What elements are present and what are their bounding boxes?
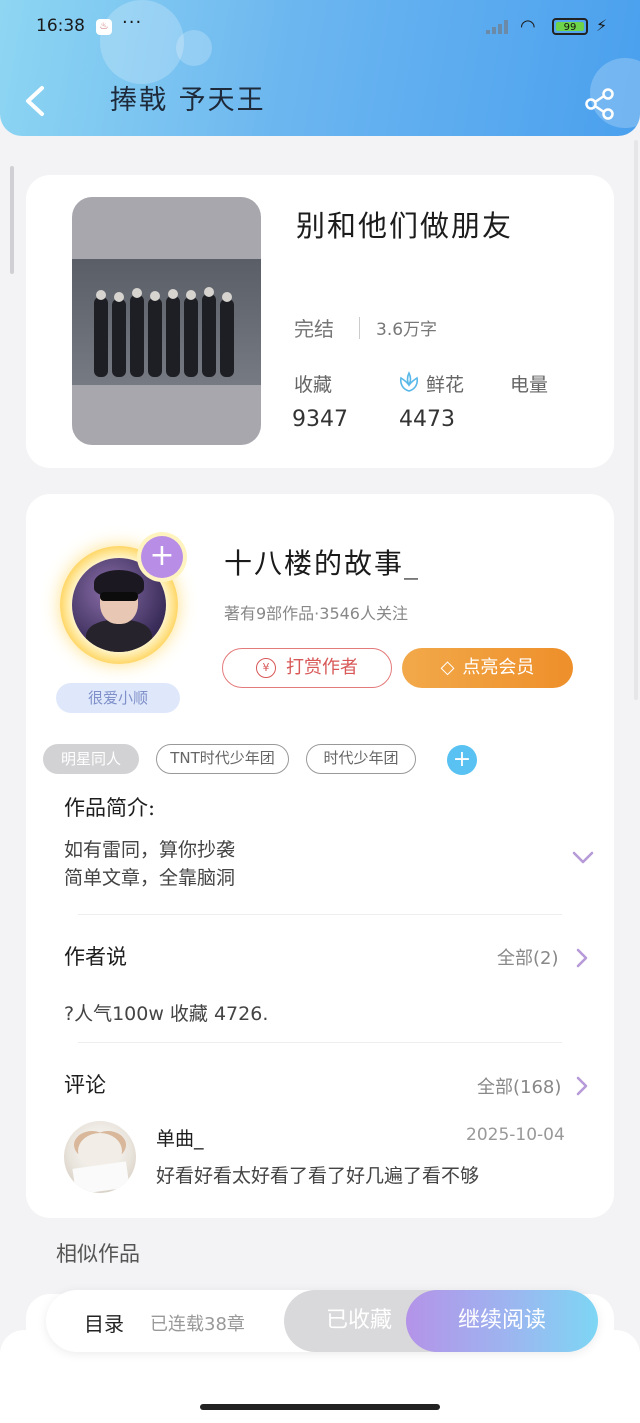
- intro-text: 如有雷同，算你抄袭 简单文章，全靠脑洞: [64, 836, 235, 892]
- top-header: 16:38 ♨ ··· ◠ 99 ⚡ 捧戟 予天王: [0, 0, 640, 136]
- completion-status: 完结: [294, 317, 334, 341]
- toc-button[interactable]: 目录: [84, 1308, 124, 1337]
- chevron-right-icon[interactable]: [576, 1076, 588, 1096]
- continue-reading-button[interactable]: 继续阅读: [406, 1290, 598, 1352]
- tag-chip[interactable]: 明星同人: [43, 744, 139, 774]
- chevron-right-icon[interactable]: [576, 948, 588, 968]
- book-info-card: 别和他们做朋友 完结 3.6万字 收藏 9347 鲜花 4473 电量: [26, 175, 614, 468]
- status-time: 16:38: [36, 16, 85, 36]
- share-icon[interactable]: [584, 88, 616, 120]
- book-title: 别和他们做朋友: [296, 209, 514, 243]
- tag-chip[interactable]: TNT时代少年团: [156, 744, 289, 774]
- battery-level: 99: [556, 22, 584, 33]
- diamond-icon: ◇: [440, 657, 455, 678]
- favorited-label: 已收藏: [325, 1308, 392, 1333]
- wifi-icon: ◠: [520, 16, 536, 37]
- comment-text[interactable]: 好看好看太好看了看了好几遍了看不够: [156, 1161, 479, 1188]
- add-tag-button[interactable]: +: [447, 745, 477, 775]
- cover-photo: [72, 259, 261, 385]
- yen-icon: ¥: [256, 658, 276, 678]
- bottom-action-bar: 目录 已连载38章 已收藏 继续阅读: [46, 1290, 598, 1352]
- back-arrow-icon[interactable]: [22, 84, 50, 118]
- stat-value-flowers: 4473: [399, 407, 455, 432]
- fan-badge: 很爱小顺: [56, 683, 180, 713]
- tag-chip[interactable]: 时代少年团: [306, 744, 416, 774]
- chapter-count[interactable]: 已连载38章: [150, 1310, 245, 1336]
- word-count: 3.6万字: [376, 320, 438, 340]
- stat-label-favorites: 收藏: [294, 374, 333, 396]
- comments-more-link[interactable]: 全部(168): [477, 1073, 561, 1099]
- signal-icon: [486, 20, 508, 34]
- cover-group-figures: [94, 287, 234, 377]
- commenter-avatar[interactable]: [64, 1121, 136, 1193]
- follow-plus-icon[interactable]: +: [141, 536, 183, 578]
- book-cover[interactable]: [72, 197, 261, 445]
- battery-icon: 99: [552, 18, 588, 35]
- stat-label-power[interactable]: 电量: [510, 370, 548, 397]
- author-says-text: ?人气100w 收藏 4726.: [64, 1003, 269, 1025]
- similar-works-title: 相似作品: [56, 1242, 140, 1266]
- author-says-more-link[interactable]: 全部(2): [497, 944, 559, 970]
- details-card: + 很爱小顺 十八楼的故事_ 著有9部作品·3546人关注 ¥ 打赏作者 ◇ 点亮会…: [26, 494, 614, 1218]
- stat-value-favorites: 9347: [292, 407, 348, 432]
- author-name[interactable]: 十八楼的故事_: [224, 542, 420, 582]
- app-notification-icon: ♨: [96, 19, 112, 35]
- page-title: 捧戟 予天王: [110, 85, 266, 116]
- more-notifications-icon: ···: [122, 12, 143, 33]
- tip-author-button[interactable]: ¥ 打赏作者: [222, 648, 392, 688]
- section-divider: [78, 1042, 562, 1043]
- flower-icon: [399, 371, 419, 392]
- home-indicator[interactable]: [200, 1404, 440, 1410]
- left-scroll-indicator: [10, 166, 14, 274]
- charging-icon: ⚡: [596, 16, 608, 35]
- intro-line: 简单文章，全靠脑洞: [64, 867, 236, 889]
- stat-label-flowers[interactable]: 鲜花: [426, 370, 464, 397]
- activate-vip-label: 点亮会员: [462, 657, 535, 678]
- intro-line: 如有雷同，算你抄袭: [64, 839, 236, 861]
- commenter-name[interactable]: 单曲_: [156, 1124, 204, 1151]
- chevron-down-icon[interactable]: [572, 850, 594, 866]
- comment-date: 2025-10-04: [466, 1125, 565, 1145]
- page-scrollbar[interactable]: [634, 140, 638, 700]
- divider: [359, 317, 360, 339]
- activate-vip-button[interactable]: ◇ 点亮会员: [402, 648, 573, 688]
- comments-title: 评论: [64, 1073, 106, 1097]
- author-says-title: 作者说: [64, 945, 127, 969]
- intro-title: 作品简介:: [64, 796, 156, 820]
- author-meta: 著有9部作品·3546人关注: [224, 604, 408, 623]
- tip-author-label: 打赏作者: [286, 657, 358, 678]
- section-divider: [78, 914, 562, 915]
- status-bar: 16:38 ♨ ··· ◠ 99 ⚡: [0, 0, 640, 56]
